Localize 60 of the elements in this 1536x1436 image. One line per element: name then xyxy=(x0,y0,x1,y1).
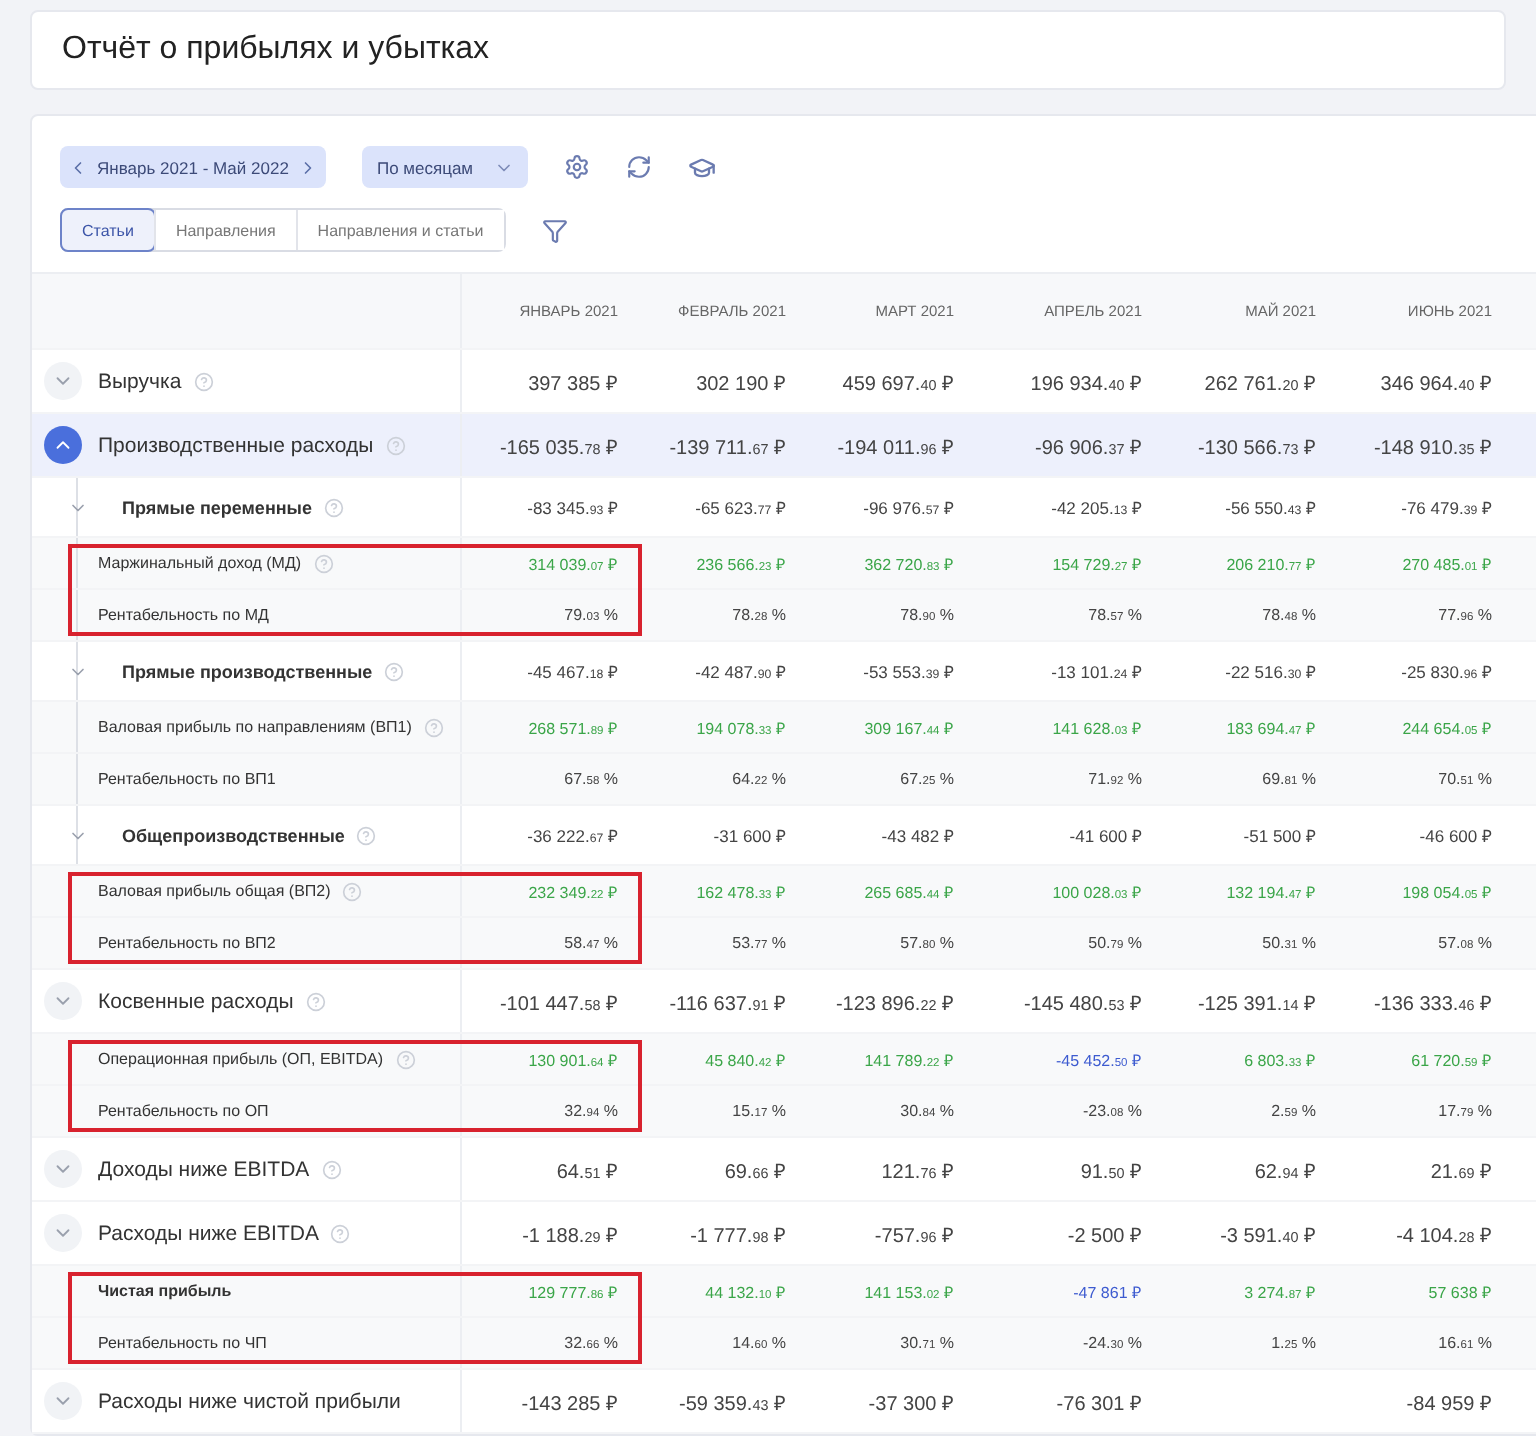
row-label: Расходы ниже чистой прибыли xyxy=(98,1389,401,1413)
value-cell-text: -43 482 ₽ xyxy=(879,824,956,846)
value-cell-text: 57 638 ₽ xyxy=(1426,1282,1494,1302)
expand-toggle[interactable] xyxy=(44,362,82,400)
value-cell-text: -76 301 ₽ xyxy=(1054,1391,1144,1415)
help-icon[interactable] xyxy=(313,553,334,573)
expand-toggle[interactable] xyxy=(44,1382,82,1420)
row-label: Рентабельность по ОП xyxy=(98,1102,269,1120)
row-label: Прямые переменные xyxy=(122,497,313,517)
help-icon[interactable] xyxy=(324,497,345,517)
value-cell-text: -46 600 ₽ xyxy=(1417,824,1494,846)
expand-toggle[interactable] xyxy=(44,1150,82,1188)
grouping-dropdown[interactable]: По месяцам xyxy=(362,146,528,188)
help-icon[interactable] xyxy=(356,825,377,845)
period-label: Январь 2021 - Май 2022 xyxy=(97,157,289,177)
value-cell-text: -51 500 ₽ xyxy=(1241,824,1318,846)
row-label: Производственные расходы xyxy=(98,433,374,457)
help-icon[interactable] xyxy=(321,1159,342,1179)
help-icon[interactable] xyxy=(193,371,214,391)
value-cell-text: -41 600 ₽ xyxy=(1067,824,1144,846)
value-cell-text: -84 959 ₽ xyxy=(1404,1391,1494,1415)
value-cell-text: -2 500 ₽ xyxy=(1065,1223,1144,1247)
expand-toggle[interactable] xyxy=(44,982,82,1020)
expand-toggle[interactable] xyxy=(44,1214,82,1252)
help-icon[interactable] xyxy=(385,435,406,455)
value-cell-text: -47 861 ₽ xyxy=(1071,1282,1144,1302)
row-label: Прямые производственные xyxy=(122,661,373,681)
row-label: Выручка xyxy=(98,369,182,393)
help-icon[interactable] xyxy=(342,881,363,901)
view-tab[interactable]: Направления и статьи xyxy=(295,210,504,250)
row-label: Валовая прибыль по направлениям (ВП1) xyxy=(98,718,412,736)
help-icon[interactable] xyxy=(384,661,405,681)
value-cell-text: 397 385 ₽ xyxy=(526,371,620,395)
row-label: Рентабельность по ЧП xyxy=(98,1334,267,1352)
row-label: Чистая прибыль xyxy=(98,1282,232,1300)
row-label: Операционная прибыль (ОП, EBITDA) xyxy=(98,1050,384,1068)
row-label: Рентабельность по ВП1 xyxy=(98,770,276,788)
help-icon[interactable] xyxy=(305,991,326,1011)
value-cell-text: -37 300 ₽ xyxy=(866,1391,956,1415)
row-label: Валовая прибыль общая (ВП2) xyxy=(98,882,331,900)
refresh-icon[interactable] xyxy=(626,154,652,180)
row-label: Косвенные расходы xyxy=(98,989,294,1013)
row-label: Маржинальный доход (МД) xyxy=(98,554,302,572)
page-title: Отчёт о прибылях и убытках xyxy=(62,32,490,68)
row-label: Рентабельность по ВП2 xyxy=(98,934,276,952)
row-label: Общепроизводственные xyxy=(122,825,345,845)
value-cell-text: -31 600 ₽ xyxy=(711,824,788,846)
period-selector[interactable]: Январь 2021 - Май 2022 xyxy=(60,146,326,188)
graduation-cap-icon[interactable] xyxy=(688,153,716,181)
row-label: Расходы ниже EBITDA xyxy=(98,1221,319,1245)
value-cell-text: -143 285 ₽ xyxy=(519,1391,620,1415)
row-label: Доходы ниже EBITDA xyxy=(98,1157,310,1181)
settings-icon[interactable] xyxy=(564,154,590,180)
help-icon[interactable] xyxy=(330,1223,351,1243)
expand-toggle[interactable] xyxy=(44,426,82,464)
view-tab[interactable]: Статьи xyxy=(60,208,156,252)
help-icon[interactable] xyxy=(395,1049,416,1069)
row-label: Рентабельность по МД xyxy=(98,606,269,624)
value-cell-text: 302 190 ₽ xyxy=(694,371,788,395)
help-icon[interactable] xyxy=(423,717,444,737)
